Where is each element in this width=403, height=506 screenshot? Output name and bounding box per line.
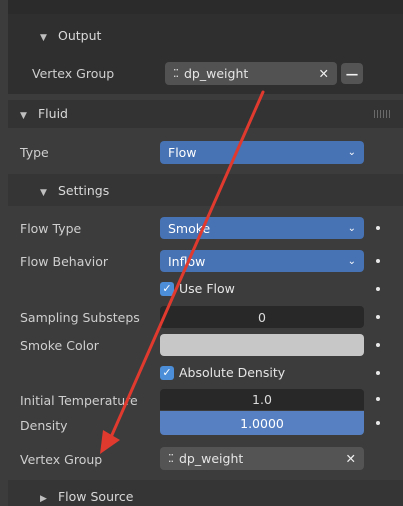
- annotation-arrow: [100, 90, 265, 454]
- annotation-arrowhead: [100, 430, 120, 454]
- annotation-arrow-line: [106, 90, 265, 446]
